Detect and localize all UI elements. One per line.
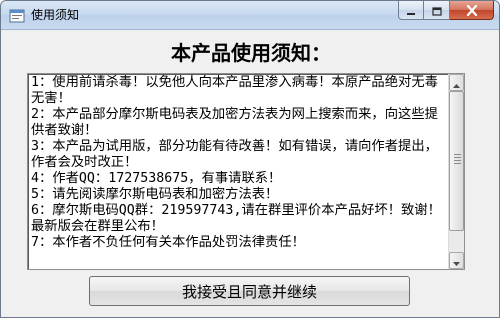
close-button[interactable]	[450, 1, 494, 20]
notice-line-7: 7：本作者不负任何有关本作品处罚法律责任！	[31, 235, 305, 250]
minimize-button[interactable]	[398, 1, 424, 20]
accept-button[interactable]: 我接受且同意并继续	[89, 276, 410, 306]
notice-text: 1：使用前请杀毒！以免他人向本产品里渗入病毒！本原产品绝对无毒无害！ 2：本产品…	[31, 75, 449, 268]
scrollbar-thumb[interactable]	[449, 91, 464, 231]
notice-textbox[interactable]: 1：使用前请杀毒！以免他人向本产品里渗入病毒！本原产品绝对无毒无害！ 2：本产品…	[27, 73, 465, 270]
scroll-up-button[interactable]	[449, 74, 464, 91]
title-bar[interactable]: 使用须知	[1, 1, 499, 30]
app-icon	[9, 8, 25, 24]
maximize-icon	[431, 1, 442, 20]
notice-line-5: 5：请先阅读摩尔斯电码表和加密方法表！	[31, 187, 279, 202]
maximize-button[interactable]	[424, 1, 450, 20]
notice-line-1: 1：使用前请杀毒！以免他人向本产品里渗入病毒！本原产品绝对无毒无害！	[31, 75, 438, 106]
notice-line-6: 6：摩尔斯电码QQ群：219597743,请在群里评价本产品好坏！致谢！最新版会…	[31, 203, 441, 234]
notice-line-4: 4：作者QQ：1727538675，有事请联系！	[31, 171, 282, 186]
scroll-down-arrow-icon	[453, 251, 460, 270]
dialog-window: 使用须知 本产品使用须知： 1：使用前请杀毒！以免他人向本产品里渗入病毒！本原产…	[0, 0, 500, 318]
close-icon	[466, 1, 478, 20]
minimize-icon	[406, 1, 416, 20]
scrollbar-grip-icon	[454, 154, 461, 166]
vertical-scrollbar[interactable]	[448, 74, 464, 269]
scroll-down-button[interactable]	[449, 252, 464, 269]
notice-line-2: 2：本产品部分摩尔斯电码表及加密方法表为网上搜索而来，向这些提供者致谢！	[31, 107, 438, 138]
window-controls	[398, 1, 494, 21]
window-title: 使用须知	[31, 8, 80, 22]
notice-line-3: 3：本产品为试用版，部分功能有待改善！如有错误，请向作者提出，作者会及时改正！	[31, 139, 438, 170]
page-title: 本产品使用须知：	[171, 41, 331, 65]
scroll-up-arrow-icon	[453, 73, 460, 92]
